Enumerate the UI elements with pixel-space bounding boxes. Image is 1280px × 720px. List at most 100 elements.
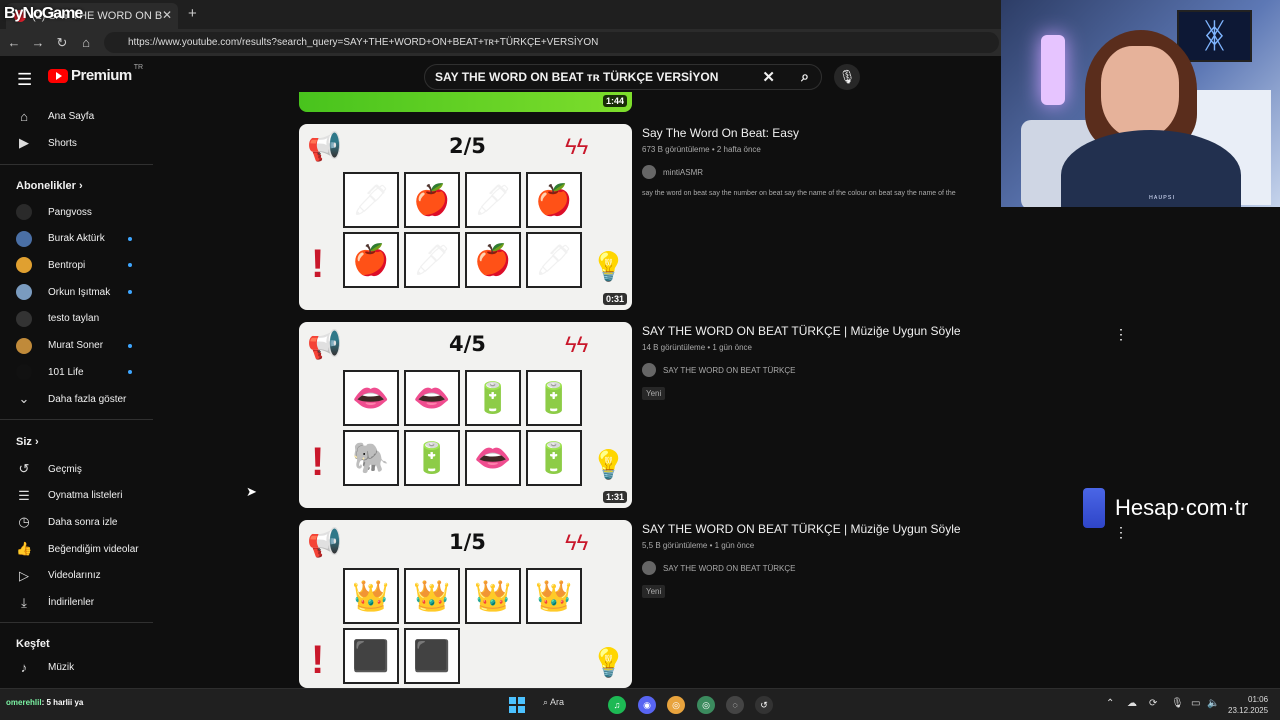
windows-start-icon[interactable] [509, 697, 525, 713]
cloud-icon[interactable]: ☁ [1127, 698, 1137, 709]
voice-search-icon[interactable]: 🎙 [834, 64, 860, 90]
mouse-cursor-icon: ➤ [246, 484, 257, 499]
thumb-cell: 🔋 [404, 430, 460, 486]
subscription-item[interactable]: Burak Aktürk [0, 226, 155, 252]
webcam-overlay: ᛤ ʜᴀᴜᴘsı [1001, 0, 1280, 207]
home-browser-icon[interactable]: ⌂ [74, 35, 98, 50]
sponsor-text: Hesap·com·tr [1115, 495, 1249, 520]
video-title[interactable]: SAY THE WORD ON BEAT TÜRKÇE | Müziğe Uyg… [642, 522, 961, 536]
megaphone-icon: 📢 [307, 329, 342, 360]
video-thumbnail[interactable]: 📢 4/5 ϟϟ 👄 👄 🔋 🔋 🐘 🔋 👄 🔋 ! 💡 1:31 [299, 322, 632, 508]
explore-heading-label: Keşfet [16, 638, 50, 650]
channel-avatar [642, 561, 656, 575]
channel-row[interactable]: SAY THE WORD ON BEAT TÜRKÇE [642, 363, 961, 377]
sidebar-item-liked[interactable]: 👍 Beğendiğim videolar [0, 536, 155, 562]
channel-row[interactable]: SAY THE WORD ON BEAT TÜRKÇE [642, 561, 961, 575]
divider [0, 164, 153, 165]
clear-search-icon[interactable]: ✕ [762, 68, 775, 86]
sidebar-item-watch-later[interactable]: ◷ Daha sonra izle [0, 509, 155, 535]
your-videos-icon: ▷ [19, 567, 29, 583]
sidebar-item-label: Shorts [48, 137, 77, 149]
sidebar-item-your-videos[interactable]: ▷ Videolarınız [0, 563, 155, 589]
back-icon[interactable]: ← [2, 35, 26, 50]
video-thumbnail[interactable]: 📢 2/5 ϟϟ 🖊 🍎 🖊 🍎 🍎 🖊 🍎 🖊 ! 💡 0:31 [299, 124, 632, 310]
subscription-item[interactable]: Pangvoss [0, 199, 155, 225]
hamburger-menu-icon[interactable]: ☰ [17, 70, 32, 90]
sidebar-item-label: İndirilenler [48, 597, 95, 608]
app-2-icon[interactable]: ↺ [755, 696, 773, 714]
thumb-cell: 🖊 [404, 232, 460, 288]
mic-tray-icon[interactable]: 🎙 [1171, 698, 1184, 709]
thumb-cell: 🔋 [465, 370, 521, 426]
subscription-item[interactable]: 101 Life [0, 359, 155, 385]
show-more-button[interactable]: ⌄ Daha fazla göster [0, 386, 155, 412]
sidebar-item-playlists[interactable]: ☰ Oynatma listeleri [0, 483, 155, 509]
sidebar-item-shorts[interactable]: ▶ Shorts [0, 130, 155, 156]
subscription-item[interactable]: Orkun Işıtmak [0, 279, 155, 305]
close-tab-icon[interactable]: ✕ [162, 8, 172, 22]
thumb-cell: 👄 [343, 370, 399, 426]
logo-region: TR [133, 64, 144, 71]
chrome-icon[interactable]: ◎ [667, 696, 685, 714]
video-title[interactable]: SAY THE WORD ON BEAT TÜRKÇE | Müziğe Uyg… [642, 324, 961, 338]
new-content-dot [128, 263, 132, 268]
channel-name: mintiASMR [663, 167, 704, 177]
more-options-icon[interactable]: ⋮ [1114, 326, 1128, 343]
channel-avatar [642, 165, 656, 179]
sidebar-item-history[interactable]: ↺ Geçmiş [0, 456, 155, 482]
partial-thumbnail[interactable]: 1:44 [299, 92, 632, 112]
channel-row[interactable]: mintiASMR [642, 165, 956, 179]
url-text: https://www.youtube.com/results?search_q… [128, 37, 599, 48]
video-title[interactable]: Say The Word On Beat: Easy [642, 126, 956, 140]
channel-name: SAY THE WORD ON BEAT TÜRKÇE [663, 563, 796, 573]
new-badge: Yeni [642, 585, 666, 598]
subscription-item[interactable]: testo taylan [0, 306, 155, 332]
video-thumbnail[interactable]: 📢 1/5 ϟϟ 👑 👑 👑 👑 ⬛ ⬛ ! 💡 [299, 520, 632, 688]
logo-text: Premium [71, 67, 132, 84]
sidebar-item-downloads[interactable]: ⤓ İndirilenler [0, 590, 155, 616]
video-info: SAY THE WORD ON BEAT TÜRKÇE | Müziğe Uyg… [642, 522, 961, 599]
thumb-cell: 🔋 [526, 430, 582, 486]
playlists-icon: ☰ [18, 487, 30, 503]
taskbar-search[interactable]: ⌕ Ara [543, 697, 564, 708]
sync-icon[interactable]: ⟳ [1149, 698, 1157, 709]
liked-icon: 👍 [16, 541, 33, 557]
channel-name: SAY THE WORD ON BEAT TÜRKÇE [663, 365, 796, 375]
thumb-cell: 👄 [465, 430, 521, 486]
search-icon[interactable]: ⌕ [801, 68, 809, 85]
network-icon[interactable]: ▭ [1191, 698, 1200, 709]
volume-icon[interactable]: 🔈 [1207, 698, 1219, 709]
you-heading[interactable]: Siz › [16, 436, 39, 448]
subscriptions-heading[interactable]: Abonelikler › [16, 180, 83, 192]
reload-icon[interactable]: ↻ [50, 35, 74, 51]
spotify-icon[interactable]: ♫ [608, 696, 626, 714]
sidebar-item-label: Daha sonra izle [48, 516, 118, 528]
duration-badge: 0:31 [602, 293, 627, 305]
forward-icon[interactable]: → [26, 35, 50, 50]
app-icon[interactable]: ◌ [726, 696, 744, 714]
sidebar-item-home[interactable]: ⌂ Ana Sayfa [0, 103, 155, 129]
subscription-item[interactable]: Murat Soner [0, 333, 155, 359]
exclamation-icon: ! [311, 638, 325, 682]
video-meta: 5,5 B görüntüleme • 1 gün önce [642, 541, 755, 550]
subscriptions-heading-label: Abonelikler [16, 180, 76, 192]
sidebar-item-label: Beğendiğim videolar [48, 543, 139, 555]
thumb-cell: 👑 [465, 568, 521, 624]
thumb-cell: 🖊 [465, 172, 521, 228]
tray-chevron-icon[interactable]: ⌃ [1106, 698, 1114, 709]
lightbulb-icon: 💡 [591, 647, 626, 678]
youtube-logo[interactable]: Premium TR [48, 64, 144, 84]
subscription-label: Murat Soner [48, 340, 104, 351]
url-field[interactable]: https://www.youtube.com/results?search_q… [104, 32, 999, 53]
subscription-label: Pangvoss [48, 206, 92, 218]
search-input[interactable]: SAY THE WORD ON BEAT ᴛʀ TÜRKÇE VERSİYON … [424, 64, 822, 90]
address-bar-row: ← → ↻ ⌂ https://www.youtube.com/results?… [0, 29, 1001, 56]
thumb-cell: 🍎 [343, 232, 399, 288]
clock[interactable]: 01:06 23.12.2025 [1228, 694, 1268, 716]
megaphone-icon: 📢 [307, 527, 342, 558]
chrome-active-icon[interactable]: ◎ [697, 696, 715, 714]
new-tab-button[interactable]: + [188, 5, 197, 22]
discord-icon[interactable]: ◉ [638, 696, 656, 714]
subscription-item[interactable]: Bentropi [0, 252, 155, 278]
sidebar-item-music[interactable]: ♪ Müzik [0, 654, 155, 680]
